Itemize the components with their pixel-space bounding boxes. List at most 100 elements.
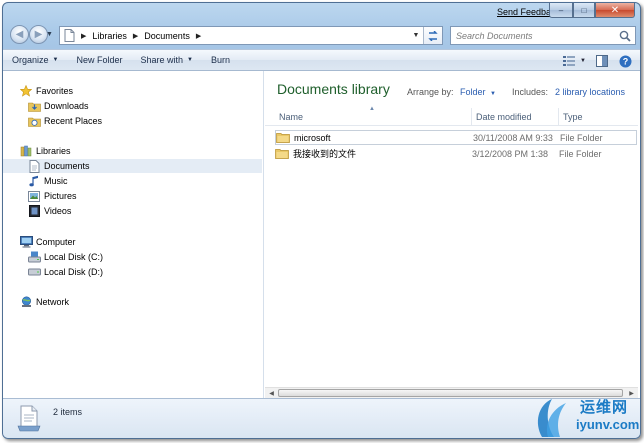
nav-recent-places[interactable]: Recent Places [3, 114, 262, 128]
watermark-text-url: iyunv.com [576, 417, 640, 432]
nav-videos[interactable]: Videos [3, 204, 262, 218]
explorer-window: Send Feedback – □ ✕ ◀ ▶ ▼ ▶ Libraries ▶ … [2, 2, 641, 439]
folder-icon [275, 149, 289, 159]
arrange-by-dropdown[interactable]: Folder ▼ [460, 87, 496, 97]
arrange-by-label: Arrange by: [407, 87, 454, 97]
svg-text:?: ? [622, 56, 628, 66]
organize-label: Organize [12, 55, 49, 65]
column-name[interactable]: Name [275, 108, 472, 126]
organize-button[interactable]: Organize ▼ [3, 50, 67, 70]
chevron-right-icon[interactable]: ▶ [130, 32, 141, 40]
folder-icon [276, 133, 290, 143]
new-folder-label: New Folder [76, 55, 123, 65]
document-icon [27, 159, 41, 173]
library-title: Documents library [277, 81, 390, 97]
burn-button[interactable]: Burn [202, 50, 239, 70]
system-drive-icon [27, 250, 41, 264]
recent-places-icon [27, 114, 41, 128]
nav-label: Network [36, 297, 70, 307]
nav-local-disk-d[interactable]: Local Disk (D:) [3, 265, 262, 279]
star-icon [19, 84, 33, 98]
column-type[interactable]: Type [559, 108, 638, 126]
chevron-down-icon: ▼ [187, 57, 193, 63]
help-icon: ? [619, 55, 631, 67]
pictures-icon [27, 189, 41, 203]
nav-label: Pictures [44, 191, 77, 201]
nav-favorites[interactable]: Favorites [3, 84, 262, 98]
navigation-pane[interactable]: Favorites Downloads Recent Places Librar… [3, 71, 264, 398]
minimize-button[interactable]: – [549, 3, 573, 18]
hard-drive-icon [27, 265, 41, 279]
nav-network[interactable]: Network [3, 295, 262, 309]
network-icon [19, 295, 33, 309]
preview-pane-button[interactable] [593, 53, 611, 69]
refresh-button[interactable] [423, 27, 442, 44]
downloads-icon [27, 99, 41, 113]
column-date-modified[interactable]: Date modified [472, 108, 559, 126]
change-view-button[interactable] [560, 53, 578, 69]
file-type: File Folder [559, 148, 602, 159]
share-with-label: Share with [140, 55, 184, 65]
nav-documents[interactable]: Documents [3, 159, 262, 173]
file-date-modified: 30/11/2008 AM 9:33 [473, 132, 553, 143]
nav-local-disk-c[interactable]: Local Disk (C:) [3, 250, 262, 264]
document-library-icon [17, 405, 41, 432]
address-dropdown-button[interactable]: ▼ [410, 27, 422, 44]
nav-pictures[interactable]: Pictures [3, 189, 262, 203]
file-row[interactable]: 我接收到的文件 3/12/2008 PM 1:38 File Folder [275, 146, 637, 161]
nav-computer[interactable]: Computer [3, 235, 262, 249]
search-box[interactable] [450, 26, 636, 45]
site-watermark: 运维网 iyunv.com [532, 393, 642, 441]
file-row[interactable]: microsoft 30/11/2008 AM 9:33 File Folder [275, 130, 637, 145]
nav-label: Local Disk (D:) [44, 267, 104, 277]
chevron-down-icon: ▼ [490, 91, 496, 97]
chevron-right-icon[interactable]: ▶ [78, 32, 89, 40]
recent-pages-dropdown[interactable]: ▼ [46, 31, 53, 38]
nav-label: Videos [44, 206, 72, 216]
file-list-pane[interactable]: Documents library Arrange by: Folder ▼ I… [265, 71, 638, 398]
refresh-icon [428, 30, 438, 41]
arrange-by-value: Folder [460, 87, 486, 97]
computer-icon [19, 235, 33, 249]
breadcrumb-documents[interactable]: Documents [141, 27, 193, 44]
breadcrumb-libraries[interactable]: Libraries [89, 27, 130, 44]
nav-downloads[interactable]: Downloads [3, 99, 262, 113]
nav-libraries[interactable]: Libraries [3, 144, 262, 158]
chevron-right-icon[interactable]: ▶ [193, 32, 204, 40]
caption-buttons: – □ ✕ [549, 3, 635, 18]
address-bar[interactable]: ▶ Libraries ▶ Documents ▶ ▼ [59, 26, 443, 45]
view-controls: ▼ ? [555, 52, 634, 70]
share-with-button[interactable]: Share with ▼ [132, 50, 202, 70]
nav-label: Downloads [44, 101, 89, 111]
music-icon [27, 174, 41, 188]
file-name: microsoft [294, 132, 331, 143]
nav-label: Music [44, 176, 68, 186]
chevron-down-icon: ▼ [580, 58, 586, 64]
nav-label: Recent Places [44, 116, 103, 126]
nav-music[interactable]: Music [3, 174, 262, 188]
file-date-modified: 3/12/2008 PM 1:38 [472, 148, 549, 159]
file-type: File Folder [560, 132, 603, 143]
new-folder-button[interactable]: New Folder [67, 50, 131, 70]
command-bar: Organize ▼ New Folder Share with ▼ Burn … [3, 49, 640, 71]
search-input[interactable] [451, 30, 611, 41]
search-icon[interactable] [619, 30, 631, 42]
title-bar[interactable]: Send Feedback – □ ✕ [3, 3, 640, 22]
view-details-icon [563, 56, 575, 66]
nav-label: Documents [44, 161, 90, 171]
videos-icon [27, 204, 41, 218]
back-button[interactable]: ◀ [10, 25, 29, 44]
item-count: 2 items [53, 407, 83, 417]
library-doc-icon [60, 27, 78, 44]
nav-label: Libraries [36, 146, 71, 156]
watermark-text-cn: 运维网 [580, 399, 629, 416]
more-views-button[interactable]: ▼ [578, 53, 588, 69]
nav-label: Computer [36, 237, 76, 247]
maximize-button[interactable]: □ [573, 3, 595, 18]
close-button[interactable]: ✕ [595, 3, 635, 18]
navigation-buttons: ◀ ▶ [8, 24, 50, 46]
scroll-left-button[interactable]: ◀ [266, 388, 277, 398]
library-locations-link[interactable]: 2 library locations [555, 87, 625, 97]
nav-label: Local Disk (C:) [44, 252, 104, 262]
help-button[interactable]: ? [616, 53, 634, 69]
